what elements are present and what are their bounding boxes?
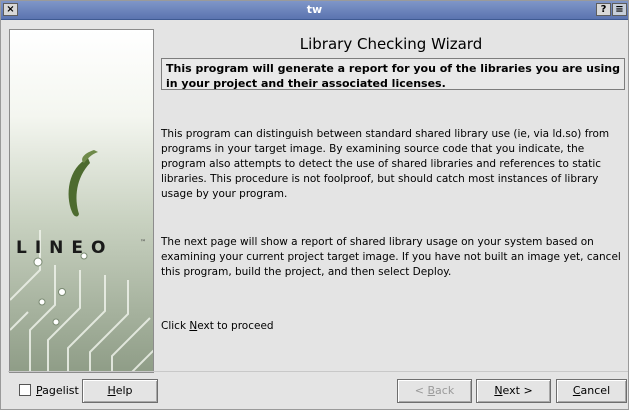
help-icon[interactable]: ?	[596, 3, 611, 16]
pagelist-toggle[interactable]: Pagelist	[19, 380, 79, 400]
circuit-background-image	[10, 30, 153, 372]
pagelist-label[interactable]: Pagelist	[36, 384, 79, 397]
proceed-rest: ext to proceed	[197, 320, 274, 332]
trademark-mark: ™	[140, 239, 146, 246]
cancel-button[interactable]: Cancel	[556, 379, 627, 403]
proceed-instruction: Click Next to proceed	[161, 319, 625, 334]
wizard-window: × tw ? ≡ LINEO ™ Library Checking Wizard…	[0, 0, 629, 410]
intro-box: This program will generate a report for …	[161, 58, 625, 90]
footer-separator	[8, 371, 628, 372]
description-paragraph-2: The next page will show a report of shar…	[161, 236, 621, 278]
lineo-side-panel: LINEO ™	[9, 29, 154, 373]
wizard-heading: Library Checking Wizard	[299, 35, 483, 53]
lineo-logo-text: LINEO	[16, 238, 114, 258]
pagelist-checkbox[interactable]	[19, 384, 31, 396]
title-bar[interactable]: × tw ? ≡	[1, 1, 628, 20]
next-button[interactable]: Next >	[476, 379, 551, 403]
proceed-prefix: Click	[161, 320, 190, 332]
help-button[interactable]: Help	[82, 379, 158, 403]
window-title: tw	[306, 3, 323, 16]
back-button[interactable]: < Back	[397, 379, 472, 403]
intro-text: This program will generate a report for …	[166, 62, 620, 90]
window-menu-icon[interactable]: ≡	[612, 3, 627, 16]
description-paragraph-1: This program can distinguish between sta…	[161, 128, 610, 200]
wizard-content: Library Checking Wizard This program wil…	[155, 29, 627, 373]
